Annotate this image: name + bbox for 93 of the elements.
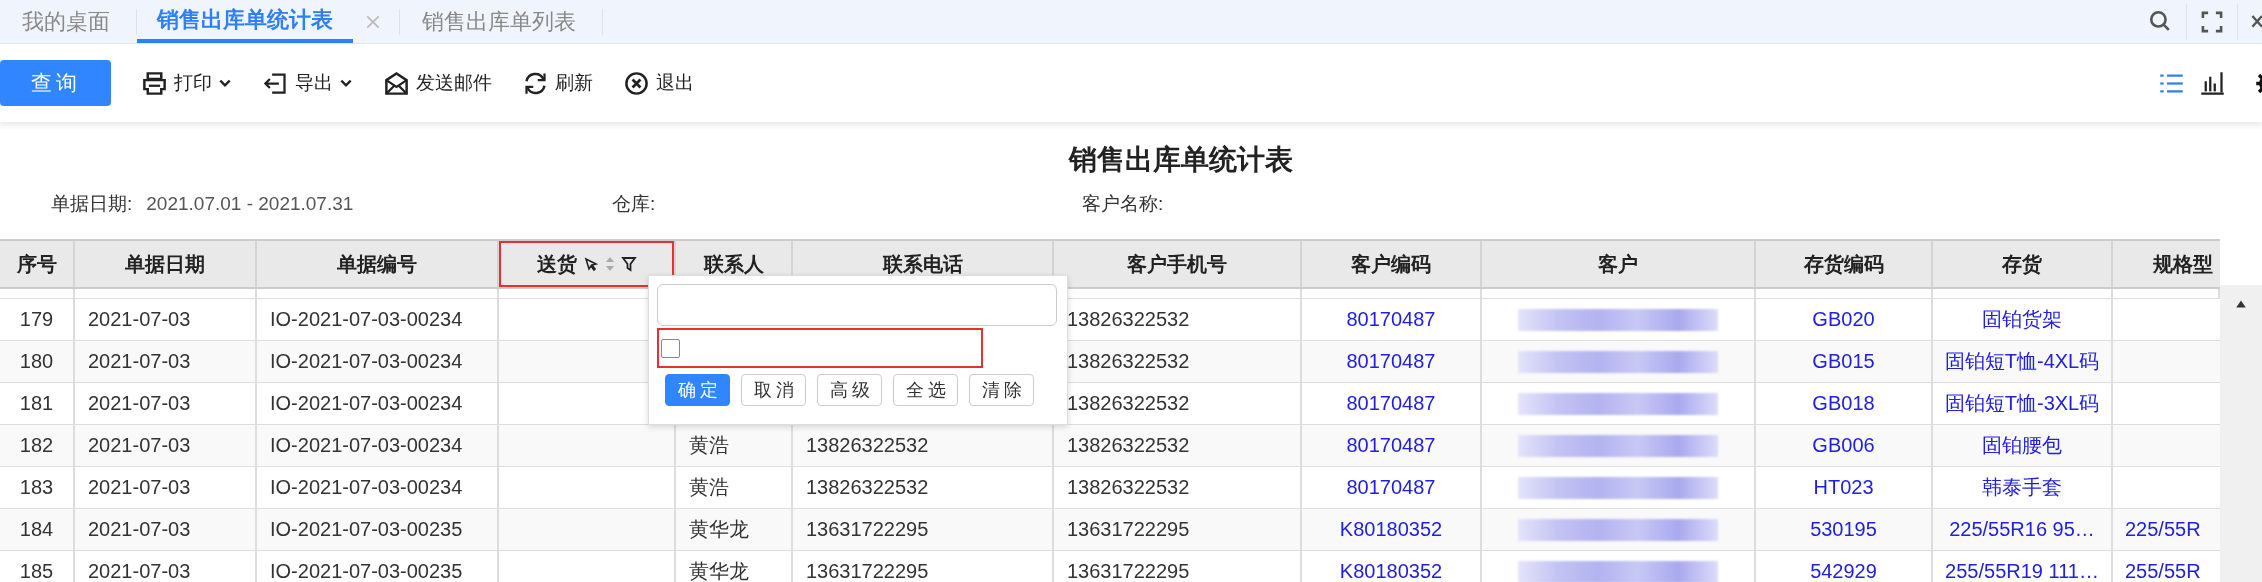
table-cell: 13631722295 (806, 518, 929, 541)
table-cell: 13826322532 (806, 476, 929, 499)
table-cell[interactable]: 固铂货架 (1982, 306, 2062, 333)
scrollbar[interactable] (2220, 285, 2262, 582)
toolbar-button[interactable]: 导出 (262, 69, 353, 97)
table-cell[interactable]: 80170487 (1346, 350, 1436, 373)
column-header[interactable]: 客户编码 (1302, 241, 1482, 287)
table-cell: 13826322532 (1067, 308, 1190, 331)
table-cell: 2021-07-03 (88, 434, 191, 457)
popup-button[interactable]: 高级 (817, 374, 882, 406)
popup-button[interactable]: 取消 (741, 374, 806, 406)
popup-button[interactable]: 清除 (969, 374, 1034, 406)
column-header[interactable]: 送货 (499, 241, 676, 287)
filter-icon[interactable] (620, 256, 637, 272)
popup-button[interactable]: 全选 (893, 374, 958, 406)
table-cell-text: 黄华龙 (689, 517, 749, 542)
table-cell: IO-2021-07-03-00234 (270, 434, 463, 457)
table-cell: 183 (19, 476, 54, 499)
table-cell[interactable]: K80180352 (1339, 518, 1443, 541)
table-cell: 13826322532 (1067, 392, 1190, 415)
table-cell[interactable]: GB018 (1812, 392, 1875, 415)
table-cell: 2021-07-03 (88, 518, 191, 541)
table-cell[interactable]: HT023 (1813, 476, 1874, 499)
table-cell[interactable]: GB020 (1812, 308, 1875, 331)
table-cell: 2021-07-03 (88, 350, 191, 373)
table-cell: 179 (19, 308, 54, 331)
table-cell: IO-2021-07-03-00234 (270, 392, 463, 415)
table-cell: IO-2021-07-03-00235 (270, 518, 463, 541)
table-cell[interactable]: 80170487 (1346, 308, 1436, 331)
table-cell: 13631722295 (1067, 518, 1190, 541)
table-cell: IO-2021-07-03-00234 (270, 350, 463, 373)
printer-icon (141, 69, 168, 97)
table-cell[interactable]: K80180352 (1339, 560, 1443, 582)
table-cell: 13631722295 (1067, 560, 1190, 582)
table-cell[interactable]: 80170487 (1346, 434, 1436, 457)
query-button[interactable]: 查询 (0, 60, 111, 106)
up-arrow-icon[interactable] (2235, 299, 2247, 309)
column-header[interactable]: 规格型 (2113, 241, 2220, 287)
table-cell: 2021-07-03 (88, 476, 191, 499)
table-cell[interactable]: 固铂腰包 (1982, 432, 2062, 459)
column-header[interactable]: 单据编号 (257, 241, 499, 287)
toolbar-button[interactable]: 退出 (623, 69, 694, 97)
column-header[interactable]: 客户 (1482, 241, 1756, 287)
close-circle-icon (623, 69, 650, 97)
column-header[interactable]: 单据日期 (75, 241, 257, 287)
table-cell: 184 (19, 518, 54, 541)
column-header[interactable]: 存货编码 (1756, 241, 1933, 287)
column-header[interactable]: 存货 (1933, 241, 2113, 287)
toolbar-button[interactable]: 刷新 (522, 69, 593, 97)
envelope-icon (383, 69, 410, 97)
popup-button[interactable]: 确定 (665, 374, 730, 406)
table-cell: 182 (19, 434, 54, 457)
table-cell[interactable]: GB006 (1812, 434, 1875, 457)
column-header[interactable]: 序号 (0, 241, 75, 287)
table-cell[interactable]: 255/55R19 111… (1945, 560, 2099, 582)
table-cell: IO-2021-07-03-00234 (270, 476, 463, 499)
table-cell: 13826322532 (806, 434, 929, 457)
table-cell[interactable]: 530195 (1810, 518, 1877, 541)
table-cell[interactable]: 80170487 (1346, 476, 1436, 499)
filter-label: 客户名称: (1082, 193, 1164, 214)
table-cell[interactable]: 固铂短T恤-4XL码 (1944, 348, 2100, 375)
table-cell: 2021-07-03 (88, 392, 191, 415)
toolbar-button[interactable]: 打印 (141, 69, 232, 97)
table-cell[interactable]: 225/55R (2125, 518, 2201, 541)
table-cell-text: 黄浩 (689, 475, 729, 500)
report-title: 销售出库单统计表 (1067, 143, 1294, 177)
table-cell-text: 黄华龙 (689, 559, 749, 582)
table-cell[interactable]: 韩泰手套 (1982, 474, 2062, 501)
table-cell[interactable]: GB015 (1812, 350, 1875, 373)
table-cell: 2021-07-03 (88, 308, 191, 331)
table-cell: IO-2021-07-03-00235 (270, 560, 463, 582)
table-cell: 180 (19, 350, 54, 373)
table-cell: 13631722295 (806, 560, 929, 582)
toolbar-button[interactable]: 发送邮件 (383, 69, 492, 97)
bar-chart-icon[interactable] (2199, 69, 2226, 97)
table-cell: IO-2021-07-03-00234 (270, 308, 463, 331)
filter-value: 2021.07.01 - 2021.07.31 (146, 193, 354, 214)
table-cell: 2021-07-03 (88, 560, 191, 582)
checkbox[interactable] (661, 338, 680, 358)
table-cell[interactable]: 80170487 (1346, 392, 1436, 415)
table-cell: 13826322532 (1067, 434, 1190, 457)
table-cell-text: 黄浩 (689, 433, 729, 458)
table-cell: 13826322532 (1067, 350, 1190, 373)
table-cell[interactable]: 255/55R (2125, 560, 2201, 582)
table-cell: 13826322532 (1067, 476, 1190, 499)
table-cell[interactable]: 固铂短T恤-3XL码 (1944, 390, 2100, 417)
table-cell: 181 (19, 392, 54, 415)
filter-label: 单据日期: (51, 193, 133, 214)
table-cell: 185 (19, 560, 54, 582)
table-cell[interactable]: 542929 (1810, 560, 1877, 582)
filter-label: 仓库: (612, 193, 656, 214)
input-field[interactable] (657, 284, 1057, 326)
table-cell[interactable]: 225/55R16 95… (1949, 518, 2095, 541)
